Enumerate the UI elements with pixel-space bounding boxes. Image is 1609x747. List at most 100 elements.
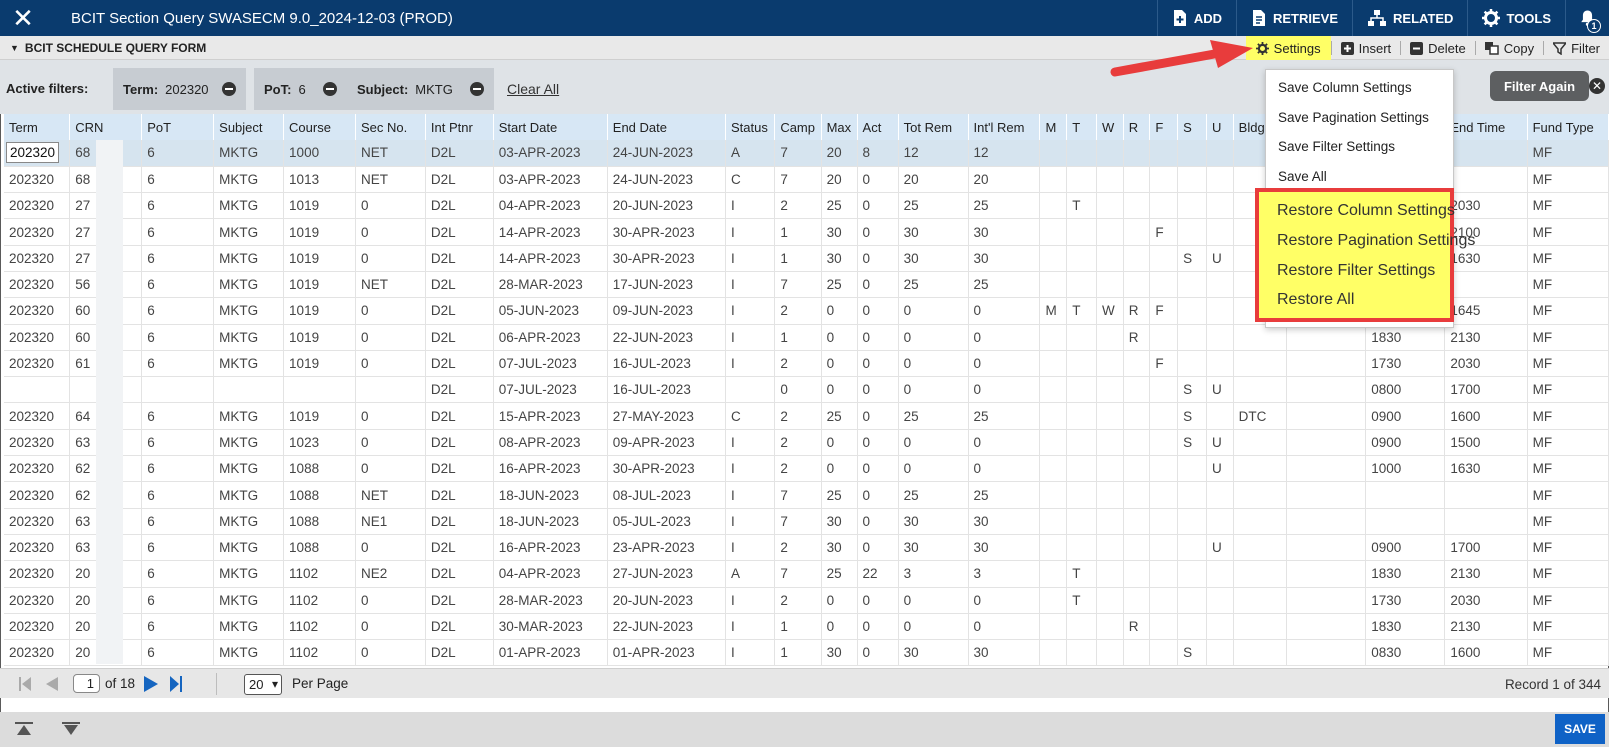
copy-button[interactable]: Copy [1476,36,1543,60]
column-header[interactable]: R [1123,114,1151,140]
table-row[interactable]: 202320 63 6 MKTG 1088 NE1 D2L 18-JUN-2023 05-JUL… [4,508,1609,535]
table-cell[interactable] [1177,324,1207,351]
table-cell[interactable]: 24-JUN-2023 [607,166,726,194]
table-cell[interactable] [1206,192,1234,220]
table-cell[interactable] [213,376,285,404]
table-cell[interactable]: D2L [425,376,494,404]
table-cell[interactable] [1206,508,1234,535]
table-cell[interactable] [1123,271,1151,299]
table-cell[interactable]: 0 [821,587,858,614]
table-cell[interactable]: I [725,350,776,378]
table-cell[interactable]: NET [355,166,426,194]
table-cell[interactable]: S [1177,245,1207,272]
table-cell[interactable] [1206,297,1234,325]
table-cell[interactable]: 0 [968,455,1041,483]
table-cell[interactable]: 01-APR-2023 [493,639,608,667]
table-cell[interactable]: 25 [898,271,969,299]
table-cell[interactable]: D2L [425,245,494,272]
table-cell[interactable]: 30 [968,218,1041,246]
table-cell[interactable]: 6 [141,508,215,535]
table-cell[interactable]: 202320 [4,192,71,220]
restore-pagination-settings-item[interactable]: Restore Pagination Settings [1277,232,1475,250]
table-cell[interactable] [1177,218,1207,246]
table-cell[interactable] [1444,508,1528,535]
table-cell[interactable]: MF [1527,324,1609,351]
table-cell[interactable]: 202320 [4,587,71,614]
table-cell[interactable] [1149,508,1179,535]
table-cell[interactable]: D2L [425,218,494,246]
save-column-settings-item[interactable]: Save Column Settings [1278,80,1412,95]
table-cell[interactable]: I [725,271,776,299]
table-cell[interactable]: 25 [821,560,858,588]
table-cell[interactable]: 6 [141,560,215,588]
table-cell[interactable]: 1088 [283,455,356,483]
table-cell[interactable]: 16-APR-2023 [493,455,608,483]
form-title[interactable]: ▼ BCIT SCHEDULE QUERY FORM [10,41,206,55]
table-cell[interactable]: 03-APR-2023 [493,140,608,167]
table-cell[interactable]: 2030 [1444,192,1528,220]
table-cell[interactable]: 202320 [4,218,71,246]
table-row[interactable]: 202320 60 6 MKTG 1019 0 D2L 06-APR-2023 22-JUN-2… [4,324,1609,351]
save-pagination-settings-item[interactable]: Save Pagination Settings [1278,110,1429,125]
table-cell[interactable]: T [1066,560,1097,588]
table-cell[interactable]: 27-JUN-2023 [607,560,726,588]
table-cell[interactable]: 30 [821,245,858,272]
table-cell[interactable] [1177,455,1207,483]
table-cell[interactable]: 0 [898,376,969,404]
table-cell[interactable]: F [1149,297,1179,325]
table-cell[interactable]: 0 [857,613,899,641]
table-cell[interactable]: 6 [141,297,215,325]
table-cell[interactable]: 1102 [283,613,356,641]
table-cell[interactable]: 202320 [4,245,71,272]
table-cell[interactable]: 2030 [1444,587,1528,614]
table-cell[interactable] [1039,613,1068,641]
table-cell[interactable]: I [725,481,776,509]
table-cell[interactable]: 2 [774,587,822,614]
table-cell[interactable]: 1 [774,613,822,641]
table-cell[interactable] [1286,560,1367,588]
table-cell[interactable] [1233,508,1288,535]
scroll-bottom-button[interactable] [56,718,86,740]
table-cell[interactable] [1149,613,1179,641]
table-cell[interactable]: 25 [968,481,1041,509]
table-row[interactable]: 202320 63 6 MKTG 1023 0 D2L 08-APR-2023 09-APR-2… [4,429,1609,457]
table-cell[interactable] [1233,455,1288,483]
table-cell[interactable]: MF [1527,613,1609,641]
table-cell[interactable]: 16-JUL-2023 [607,376,726,404]
table-cell[interactable]: 05-JUN-2023 [493,297,608,325]
table-cell[interactable]: 0 [821,350,858,378]
table-cell[interactable] [1177,297,1207,325]
notifications-button[interactable]: 1 [1565,0,1609,36]
table-cell[interactable]: 25 [821,192,858,220]
table-cell[interactable] [1123,350,1151,378]
table-cell[interactable] [1206,166,1234,194]
table-cell[interactable] [1123,534,1151,562]
table-cell[interactable]: MKTG [213,297,285,325]
table-cell[interactable]: 0 [898,455,969,483]
table-cell[interactable]: 0 [857,402,899,430]
table-cell[interactable]: 23-APR-2023 [607,534,726,562]
table-cell[interactable]: U [1206,534,1234,562]
table-cell[interactable]: 1830 [1365,613,1446,641]
table-cell[interactable]: 0900 [1365,402,1446,430]
table-cell[interactable] [1039,376,1068,404]
table-cell[interactable] [1096,508,1124,535]
table-cell[interactable]: MKTG [213,481,285,509]
table-cell[interactable]: 30-APR-2023 [607,218,726,246]
table-cell[interactable] [1177,560,1207,588]
table-cell[interactable] [1177,587,1207,614]
table-cell[interactable] [1066,402,1097,430]
table-cell[interactable]: MF [1527,271,1609,299]
table-cell[interactable]: R [1123,324,1151,351]
table-cell[interactable]: 0900 [1365,534,1446,562]
table-cell[interactable]: 0 [355,324,426,351]
table-cell[interactable] [1149,192,1179,220]
table-cell[interactable]: 30 [898,218,969,246]
table-cell[interactable]: 7 [774,140,822,167]
table-cell[interactable]: 1019 [283,271,356,299]
table-cell[interactable]: 0 [857,297,899,325]
table-cell[interactable]: 202320 [4,140,71,167]
table-cell[interactable]: 22-JUN-2023 [607,324,726,351]
table-cell[interactable]: MF [1527,639,1609,667]
table-cell[interactable]: DTC [1233,402,1288,430]
